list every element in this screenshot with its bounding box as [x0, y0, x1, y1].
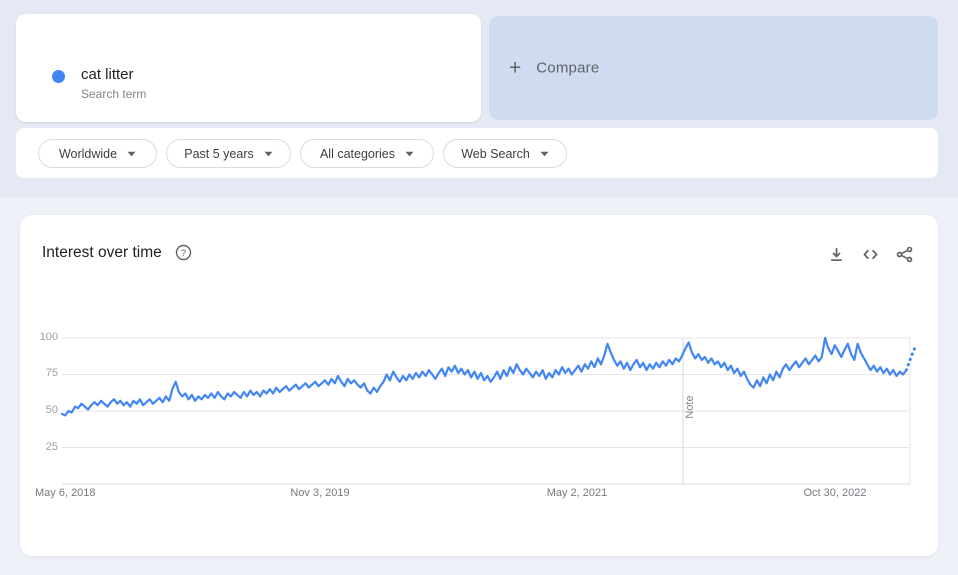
search-term-type: Search term	[81, 87, 147, 101]
compare-card[interactable]: + Compare	[489, 16, 938, 120]
compare-label: Compare	[536, 59, 600, 77]
time-filter-label: Past 5 years	[184, 146, 254, 161]
filter-bar: Worldwide Past 5 years All categories We…	[16, 128, 938, 178]
series-color-dot	[52, 70, 65, 83]
note-marker-label[interactable]: Note	[684, 387, 696, 427]
embed-icon[interactable]	[862, 246, 879, 263]
plus-icon: +	[509, 56, 522, 80]
chevron-down-icon	[264, 151, 273, 156]
x-tick-may-2021: May 2, 2021	[546, 487, 608, 499]
search-term-label: cat litter	[81, 66, 134, 83]
search-type-filter-dropdown[interactable]: Web Search	[443, 139, 567, 168]
compare-button[interactable]: + Compare	[509, 58, 599, 79]
chart-title: Interest over time	[42, 244, 162, 261]
chevron-down-icon	[405, 151, 414, 156]
horizontal-gridlines	[62, 337, 910, 448]
geo-filter-dropdown[interactable]: Worldwide	[38, 139, 157, 168]
category-filter-dropdown[interactable]: All categories	[300, 139, 434, 168]
geo-filter-label: Worldwide	[58, 146, 118, 161]
share-icon[interactable]	[896, 246, 913, 263]
trend-line-partial	[904, 343, 918, 372]
trend-chart-plot[interactable]	[34, 330, 924, 500]
x-tick-nov-2019: Nov 3, 2019	[290, 487, 350, 499]
search-term-card[interactable]: cat litter Search term	[16, 14, 481, 122]
trend-line	[60, 336, 908, 417]
svg-text:?: ?	[181, 248, 186, 259]
chevron-down-icon	[540, 151, 549, 156]
x-tick-oct-2022: Oct 30, 2022	[803, 487, 867, 499]
category-filter-label: All categories	[319, 146, 396, 161]
search-type-filter-label: Web Search	[461, 146, 530, 161]
time-filter-dropdown[interactable]: Past 5 years	[166, 139, 291, 168]
chevron-down-icon	[127, 151, 136, 156]
x-tick-may-2018: May 6, 2018	[35, 487, 96, 499]
interest-over-time-card: Interest over time ? 100 75 50 25 Note M…	[20, 215, 938, 556]
help-icon[interactable]: ?	[175, 244, 192, 261]
download-icon[interactable]	[828, 246, 845, 263]
